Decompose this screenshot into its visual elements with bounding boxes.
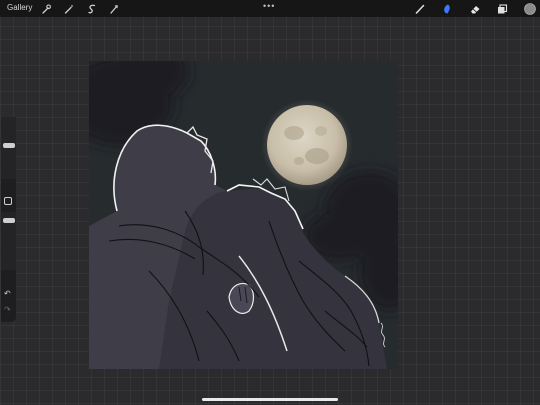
brush-size-thumb[interactable] bbox=[3, 143, 15, 148]
eraser-icon[interactable] bbox=[469, 3, 481, 15]
transform-arrow-icon[interactable] bbox=[108, 3, 120, 15]
brush-size-slider[interactable] bbox=[1, 117, 16, 179]
more-options-button[interactable]: ••• bbox=[263, 1, 275, 11]
redo-button[interactable]: ↷ bbox=[4, 305, 11, 314]
wrench-icon[interactable] bbox=[40, 3, 52, 15]
artwork-canvas[interactable] bbox=[89, 61, 398, 369]
smudge-icon[interactable] bbox=[441, 3, 453, 15]
moon bbox=[261, 99, 353, 191]
brush-icon[interactable] bbox=[414, 3, 426, 15]
undo-button[interactable]: ↶ bbox=[4, 289, 11, 298]
gallery-button[interactable]: Gallery bbox=[7, 3, 32, 12]
layers-icon[interactable] bbox=[496, 3, 508, 15]
opacity-thumb[interactable] bbox=[3, 218, 15, 223]
selection-icon[interactable] bbox=[86, 3, 98, 15]
opacity-slider[interactable] bbox=[1, 212, 16, 270]
modify-button[interactable] bbox=[4, 197, 12, 205]
left-sidebar: ↶ ↷ bbox=[1, 117, 16, 322]
top-toolbar: Gallery ••• bbox=[0, 0, 540, 17]
color-swatch[interactable] bbox=[524, 3, 536, 15]
magic-wand-icon[interactable] bbox=[63, 3, 75, 15]
artwork-illustration bbox=[89, 61, 398, 369]
home-indicator[interactable] bbox=[202, 398, 338, 401]
